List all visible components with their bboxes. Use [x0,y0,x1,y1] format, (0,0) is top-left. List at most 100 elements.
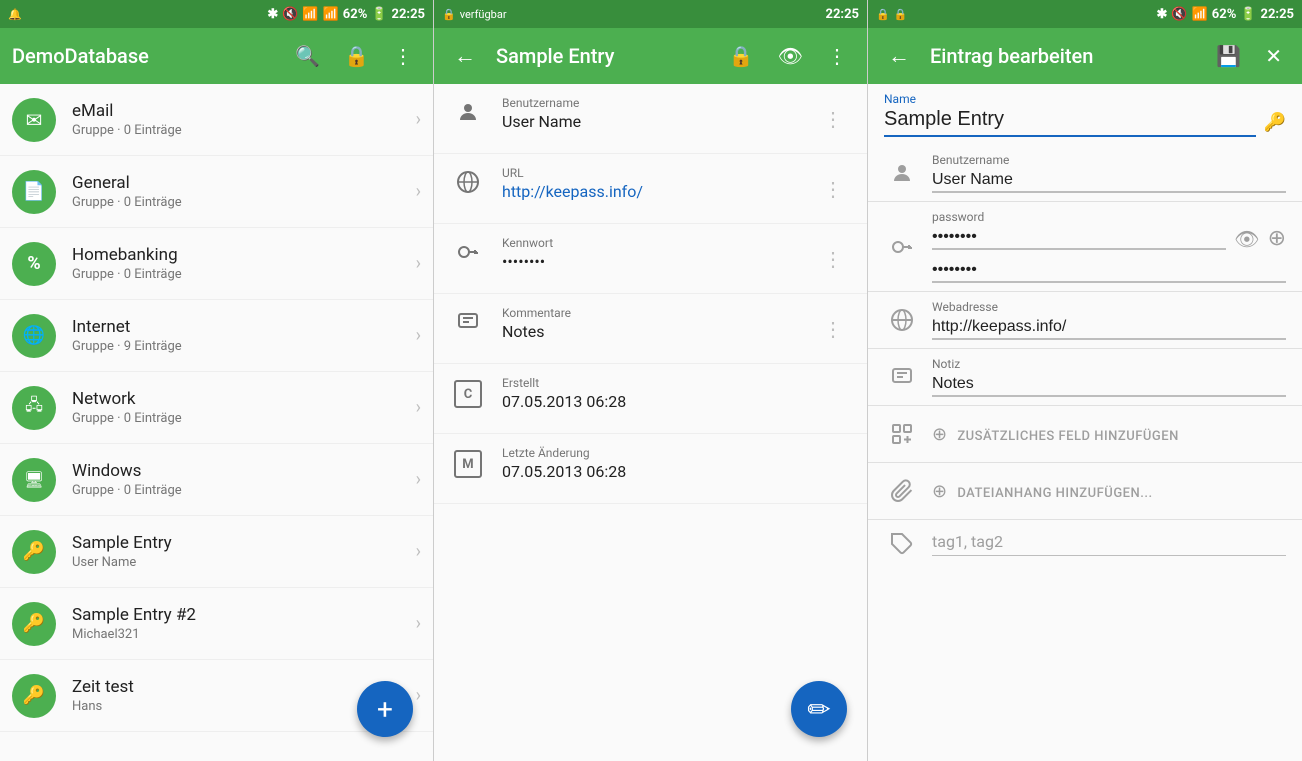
username-edit-input[interactable] [932,171,1286,193]
password-value: •••••••• [502,252,815,271]
group-title-general: General [72,173,416,193]
search-button[interactable]: 🔍 [287,36,328,76]
status-bar-3: 🔒 🔒 ✱ 🔇 📶 62% 🔋 22:25 [868,0,1302,28]
lock-button-2[interactable]: 🔒 [721,36,762,76]
add-attachment-button[interactable]: ⊕ DATEIANHANG HINZUFÜGEN... [868,463,1302,520]
tags-value[interactable]: tag1, tag2 [932,532,1286,556]
chevron-icon: › [416,181,421,202]
chevron-icon: › [416,613,421,634]
edit-title: Eintrag bearbeiten [930,44,1200,68]
chevron-icon: › [416,685,421,706]
group-subtitle-windows: Gruppe · 0 Einträge [72,483,416,498]
url-value[interactable]: http://keepass.info/ [502,182,815,201]
group-item-general[interactable]: 📄 General Gruppe · 0 Einträge › [0,156,433,228]
group-item-network[interactable]: 🖧 Network Gruppe · 0 Einträge › [0,372,433,444]
username-edit-label: Benutzername [932,153,1286,167]
field-menu-username[interactable]: ⋮ [815,103,851,135]
add-entry-fab[interactable]: + [357,681,413,737]
globe-icon [450,170,486,194]
field-menu-password[interactable]: ⋮ [815,243,851,275]
add-custom-field-label: ⊕ ZUSÄTZLICHES FELD HINZUFÜGEN [932,424,1179,445]
lock-status-icon-3b: 🔒 [894,8,908,21]
group-item-homebanking[interactable]: % Homebanking Gruppe · 0 Einträge › [0,228,433,300]
detail-field-created: C Erstellt 07.05.2013 06:28 [434,364,867,434]
general-icon: 📄 [12,170,56,214]
created-icon: C [450,380,486,408]
back-button-2[interactable]: ← [446,35,484,77]
lock-status-icon-3: 🔒 [876,8,890,21]
created-label: Erstellt [502,376,851,390]
edit-entry-fab[interactable]: ✏ [791,681,847,737]
database-title: DemoDatabase [12,44,279,68]
add-attachment-label: ⊕ DATEIANHANG HINZUFÜGEN... [932,481,1153,502]
toolbar-2: ← Sample Entry 🔒 👁 ⋮ [434,28,867,84]
status-left-2: 🔒 verfügbar [442,8,507,21]
group-item-email[interactable]: ✉ eMail Gruppe · 0 Einträge › [0,84,433,156]
notes-edit-input[interactable] [932,375,1286,397]
comment-icon [450,310,486,334]
name-input[interactable] [884,108,1256,137]
password-confirm-input[interactable] [932,261,1286,283]
group-item-internet[interactable]: 🌐 Internet Gruppe · 9 Einträge › [0,300,433,372]
group-subtitle-network: Gruppe · 0 Einträge [72,411,416,426]
detail-field-notes: Kommentare Notes ⋮ [434,294,867,364]
key-icon-sample2: 🔑 [12,602,56,646]
username-value: User Name [502,112,815,131]
panel-edit-entry: 🔒 🔒 ✱ 🔇 📶 62% 🔋 22:25 ← Eintrag bearbeit… [868,0,1302,761]
edit-key-icon [884,235,920,259]
group-title-email: eMail [72,101,416,121]
menu-button-2[interactable]: ⋮ [819,36,855,76]
battery-icon-1: 🔋 [371,7,387,22]
detail-fields: Benutzername User Name ⋮ URL http://keep… [434,84,867,761]
created-value: 07.05.2013 06:28 [502,392,851,411]
group-title-internet: Internet [72,317,416,337]
name-label: Name [884,92,1256,106]
edit-person-icon [884,161,920,185]
add-custom-field-button[interactable]: ⊕ ZUSÄTZLICHES FELD HINZUFÜGEN [868,406,1302,463]
group-subtitle-homebanking: Gruppe · 0 Einträge [72,267,416,282]
password-edit-label: password [932,210,1286,224]
password-eye-icon[interactable]: 👁 [1234,227,1259,251]
edit-comment-icon [884,365,920,389]
group-title-homebanking: Homebanking [72,245,416,265]
edit-name-row: Name 🔑 [868,84,1302,137]
entry-subtitle-sample: User Name [72,555,416,570]
battery-level-1: 62% [343,7,368,22]
status-right-1: ✱ 🔇 📶 📶 62% 🔋 22:25 [267,7,425,22]
detail-field-password: Kennwort •••••••• ⋮ [434,224,867,294]
edit-field-url: Webadresse [868,292,1302,349]
save-button[interactable]: 💾 [1208,36,1249,76]
close-button[interactable]: ✕ [1257,36,1290,76]
modified-icon: M [450,450,486,478]
wifi-icon: 📶 [302,7,318,22]
detail-field-modified: M Letzte Änderung 07.05.2013 06:28 [434,434,867,504]
password-add-icon[interactable]: ⊕ [1268,226,1286,251]
password-edit-input[interactable] [932,228,1226,250]
mute-icon-3: 🔇 [1171,7,1187,22]
group-subtitle-internet: Gruppe · 9 Einträge [72,339,416,354]
entry-item-sample[interactable]: 🔑 Sample Entry User Name › [0,516,433,588]
group-item-windows[interactable]: 🖥 Windows Gruppe · 0 Einträge › [0,444,433,516]
homebanking-icon: % [12,242,56,286]
notes-label: Kommentare [502,306,815,320]
eye-button[interactable]: 👁 [770,36,811,76]
time-1: 22:25 [392,7,426,22]
time-3: 22:25 [1261,7,1295,22]
edit-globe-icon [884,308,920,332]
field-menu-notes[interactable]: ⋮ [815,313,851,345]
lock-button[interactable]: 🔒 [336,36,377,76]
group-title-network: Network [72,389,416,409]
status-bar-1: 🔔 ✱ 🔇 📶 📶 62% 🔋 22:25 [0,0,433,28]
network-icon: 🖧 [12,386,56,430]
toolbar-3: ← Eintrag bearbeiten 💾 ✕ [868,28,1302,84]
entry-item-sample2[interactable]: 🔑 Sample Entry #2 Michael321 › [0,588,433,660]
url-edit-input[interactable] [932,318,1286,340]
field-menu-url[interactable]: ⋮ [815,173,851,205]
windows-icon: 🖥 [12,458,56,502]
back-button-3[interactable]: ← [880,35,918,77]
chevron-icon: › [416,541,421,562]
chevron-icon: › [416,397,421,418]
menu-button[interactable]: ⋮ [385,36,421,76]
name-key-icon[interactable]: 🔑 [1264,112,1286,133]
group-subtitle-general: Gruppe · 0 Einträge [72,195,416,210]
